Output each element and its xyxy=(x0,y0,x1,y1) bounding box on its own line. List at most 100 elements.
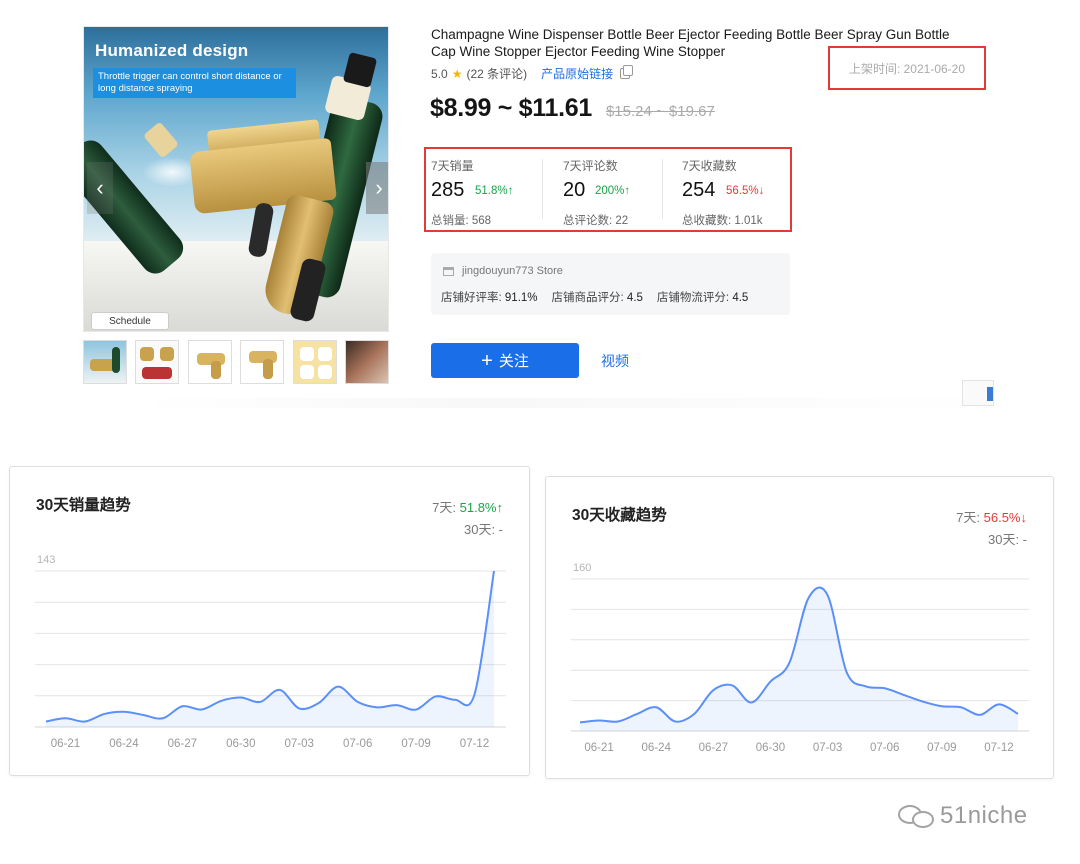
data-point xyxy=(239,696,242,699)
rating-value: 5.0 xyxy=(431,66,448,81)
stat-value: 254 xyxy=(682,179,716,201)
x-tick-label: 06-21 xyxy=(51,738,80,750)
store-info: jingdouyun773 Store 店铺好评率: 91.1% 店铺商品评分:… xyxy=(431,253,790,315)
listing-date: 上架时间: 2021-06-20 xyxy=(828,46,986,90)
stat-7d-sales: 7天销量 285 51.8%↑ 总销量: 568 xyxy=(431,149,549,230)
data-point xyxy=(473,693,476,696)
data-point xyxy=(902,694,905,697)
data-point xyxy=(845,671,848,674)
stat-change: 56.5%↓ xyxy=(726,185,765,197)
data-point xyxy=(142,714,145,717)
product-main-image[interactable]: Humanized design Throttle trigger can co… xyxy=(83,26,389,332)
store-icon xyxy=(443,266,454,276)
data-point xyxy=(84,720,87,723)
data-point xyxy=(298,707,301,710)
data-point xyxy=(693,713,696,716)
store-product-score: 店铺商品评分: 4.5 xyxy=(551,292,643,304)
data-point xyxy=(655,706,658,709)
stat-divider xyxy=(662,159,663,219)
data-point xyxy=(998,703,1001,706)
data-point xyxy=(636,713,639,716)
data-point xyxy=(579,721,582,724)
data-point xyxy=(356,701,359,704)
wechat-icon xyxy=(898,803,936,829)
store-name-row[interactable]: jingdouyun773 Store xyxy=(443,265,563,277)
review-count[interactable]: (22 条评论) xyxy=(466,65,527,82)
watermark: 51niche xyxy=(898,802,1028,830)
source-link[interactable]: 产品原始链接 xyxy=(541,65,613,82)
prev-image-button[interactable]: ‹ xyxy=(87,162,113,214)
next-image-button[interactable]: › xyxy=(366,162,388,214)
data-point xyxy=(317,702,320,705)
promo-title: Humanized design xyxy=(95,41,249,60)
x-tick-label: 06-30 xyxy=(226,738,255,750)
data-point xyxy=(826,594,829,597)
thumbnail-6[interactable] xyxy=(344,340,389,384)
stat-total: 总销量: 568 xyxy=(431,215,492,227)
thumbnail-4[interactable] xyxy=(240,340,285,384)
thumbnail-2[interactable] xyxy=(135,340,180,384)
x-tick-label: 06-24 xyxy=(641,742,671,754)
store-good-rate: 店铺好评率: 91.1% xyxy=(441,292,538,304)
plus-icon: + xyxy=(481,349,493,372)
y-tick-label: 160 xyxy=(573,562,591,574)
x-tick-label: 07-03 xyxy=(813,742,842,754)
data-point xyxy=(45,720,48,723)
data-point xyxy=(161,717,164,720)
data-point xyxy=(103,713,106,716)
series-area xyxy=(46,571,494,727)
original-price: $15.24 ~ $19.67 xyxy=(605,103,715,120)
stat-divider xyxy=(542,159,543,219)
x-tick-label: 07-06 xyxy=(343,738,372,750)
x-tick-label: 06-21 xyxy=(584,742,613,754)
follow-label: 关注 xyxy=(498,353,529,370)
x-tick-label: 07-03 xyxy=(285,738,314,750)
x-tick-label: 07-12 xyxy=(984,742,1013,754)
data-point xyxy=(864,685,867,688)
data-point xyxy=(769,680,772,683)
sales-trend-chart: 143 06-21 06-24 06-27 06-30 07-03 07-06 07-09 07… xyxy=(35,554,506,750)
thumbnail-3[interactable] xyxy=(187,340,232,384)
x-tick-label: 06-27 xyxy=(699,742,728,754)
data-point xyxy=(731,684,734,687)
data-point xyxy=(712,689,715,692)
data-point xyxy=(1017,713,1020,716)
weekly-stats-box: 7天销量 285 51.8%↑ 总销量: 568 7天评论数 20 200%↑ … xyxy=(424,147,792,232)
stat-label: 7天销量 xyxy=(431,159,474,173)
data-point xyxy=(181,705,184,708)
data-point xyxy=(434,695,437,698)
data-point xyxy=(64,717,67,720)
current-price: $8.99 ~ $11.61 xyxy=(430,94,592,122)
stat-total: 总收藏数: 1.01k xyxy=(682,215,763,227)
data-point xyxy=(750,701,753,704)
stat-label: 7天评论数 xyxy=(563,159,618,173)
data-point xyxy=(376,706,379,709)
data-point xyxy=(123,710,126,713)
stat-value: 285 xyxy=(431,179,465,201)
x-tick-label: 07-06 xyxy=(870,742,899,754)
store-logistics-score: 店铺物流评分: 4.5 xyxy=(656,292,749,304)
x-tick-label: 07-09 xyxy=(927,742,956,754)
store-name[interactable]: jingdouyun773 Store xyxy=(462,265,563,277)
data-point xyxy=(883,687,886,690)
data-point xyxy=(337,685,340,688)
thumbnail-5[interactable] xyxy=(292,340,337,384)
stat-total: 总评论数: 22 xyxy=(563,215,629,227)
data-point xyxy=(395,704,398,707)
thumbnail-strip xyxy=(83,340,389,384)
thumbnail-1[interactable] xyxy=(83,340,127,384)
stat-label: 7天收藏数 xyxy=(682,159,737,173)
schedule-badge[interactable]: Schedule xyxy=(91,312,169,330)
star-icon: ★ xyxy=(451,66,463,81)
data-point xyxy=(454,698,457,701)
data-point xyxy=(200,708,203,711)
x-tick-label: 06-24 xyxy=(109,738,139,750)
data-point xyxy=(959,706,962,709)
copy-icon[interactable] xyxy=(620,65,634,79)
data-point xyxy=(788,661,791,664)
product-card: Humanized design Throttle trigger can co… xyxy=(80,18,994,408)
follow-button[interactable]: + 关注 xyxy=(431,343,579,378)
watermark-text: 51niche xyxy=(940,802,1028,829)
video-link[interactable]: 视频 xyxy=(601,351,629,371)
sales-trend-panel: 30天销量趋势 7天: 51.8%↑ 30天: - 143 06-21 06-24 0… xyxy=(9,466,530,776)
